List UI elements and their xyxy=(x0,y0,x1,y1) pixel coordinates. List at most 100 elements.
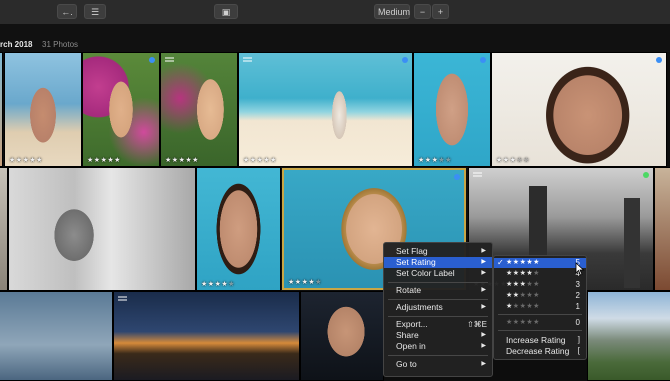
rating-submenu: ✓ ★★★★★ 5 ★★★★★ 4 ★★★★★ 3 ★★★★★ 2 ★★★★★ 1 ★★★★… xyxy=(493,255,587,360)
menu-item-set-rating[interactable]: Set Rating ▶ xyxy=(384,257,492,268)
adjustment-icon xyxy=(473,172,482,177)
menu-label: Go to xyxy=(396,359,417,369)
flag-blue-dot xyxy=(149,57,155,63)
checkmark-icon: ✓ xyxy=(497,258,504,267)
rating-key: 3 xyxy=(575,280,580,289)
menu-separator xyxy=(388,282,488,283)
rating-option-0[interactable]: ★★★★★ 0 xyxy=(494,318,586,328)
chevron-right-icon: ▶ xyxy=(481,259,486,265)
increase-rating-label: Increase Rating xyxy=(506,335,566,345)
rating-option-3[interactable]: ★★★★★ 3 xyxy=(494,280,586,290)
tower-shape xyxy=(624,198,640,288)
menu-label: Set Color Label xyxy=(396,268,455,278)
menu-label: Rotate xyxy=(396,285,422,295)
minus-icon: − xyxy=(419,7,426,17)
photo-count: 31 Photos xyxy=(42,40,79,49)
photo-thumbnail[interactable] xyxy=(0,52,3,167)
rating-key: 0 xyxy=(575,318,580,327)
zoom-in-button[interactable]: + xyxy=(432,4,449,19)
decrease-rating-key: [ xyxy=(577,346,580,355)
sidebar-icon: ▣ xyxy=(221,7,231,17)
rating-option-5[interactable]: ✓ ★★★★★ 5 xyxy=(494,258,586,268)
menu-item-set-color-label[interactable]: Set Color Label ▶ xyxy=(384,268,492,279)
menu-label: Export... xyxy=(396,319,428,329)
menu-label: Open in xyxy=(396,341,426,351)
list-view-button[interactable]: ☰ xyxy=(84,4,106,19)
menu-item-rotate[interactable]: Rotate ▶ xyxy=(384,285,492,296)
rating-stars: ★★★★★ xyxy=(506,259,540,266)
chevron-right-icon: ▶ xyxy=(481,304,486,310)
flag-blue-dot xyxy=(402,57,408,63)
rating-stars: ★★★★★ xyxy=(506,292,540,299)
chevron-right-icon: ▶ xyxy=(481,248,486,254)
rating-stars: ★★★★★ xyxy=(9,157,43,164)
menu-item-go-to[interactable]: Go to ▶ xyxy=(384,359,492,370)
menu-item-share[interactable]: Share ▶ xyxy=(384,330,492,341)
photo-thumbnail[interactable]: ★★★★★ xyxy=(160,52,238,167)
menu-separator xyxy=(498,330,582,331)
photo-thumbnail[interactable] xyxy=(8,167,196,291)
increase-rating-key: ] xyxy=(577,335,580,344)
plus-icon: + xyxy=(437,7,444,17)
chevron-right-icon: ▶ xyxy=(481,343,486,349)
photo-thumbnail[interactable]: ★★★★★ xyxy=(4,52,82,167)
photo-thumbnail[interactable]: ★★★★★ xyxy=(491,52,667,167)
menu-item-adjustments[interactable]: Adjustments ▶ xyxy=(384,302,492,313)
rating-stars: ★★★★★ xyxy=(506,319,540,326)
menu-item-export[interactable]: Export... ⇧⌘E xyxy=(384,319,492,330)
rating-option-1[interactable]: ★★★★★ 1 xyxy=(494,302,586,312)
zoom-value: Medium xyxy=(378,7,411,17)
photo-thumbnail[interactable] xyxy=(654,167,670,291)
rating-stars: ★★★★★ xyxy=(243,157,277,164)
export-shortcut: ⇧⌘E xyxy=(466,320,487,329)
rating-stars: ★★★★★ xyxy=(506,281,540,288)
zoom-out-button[interactable]: − xyxy=(414,4,431,19)
back-label: ←. xyxy=(61,7,73,17)
menu-label: Share xyxy=(396,330,419,340)
rating-key: 2 xyxy=(575,291,580,300)
rating-stars: ★★★★★ xyxy=(288,279,322,286)
chevron-right-icon: ▶ xyxy=(481,361,486,367)
menu-label: Adjustments xyxy=(396,302,443,312)
photo-thumbnail[interactable] xyxy=(587,291,670,381)
photo-thumbnail[interactable]: ★★★★★ xyxy=(82,52,160,167)
decrease-rating-label: Decrease Rating xyxy=(506,346,570,356)
rating-stars: ★★★★★ xyxy=(165,157,199,164)
rating-stars: ★★★★★ xyxy=(418,157,452,164)
photo-thumbnail[interactable] xyxy=(300,291,384,381)
rating-key: 1 xyxy=(575,302,580,311)
photo-thumbnail[interactable]: ★★★★★ xyxy=(196,167,281,291)
rating-stars: ★★★★★ xyxy=(506,303,540,310)
adjustment-icon xyxy=(118,296,127,301)
photo-thumbnail[interactable] xyxy=(113,291,300,381)
rating-stars: ★★★★★ xyxy=(201,281,235,288)
photo-thumbnail[interactable] xyxy=(0,167,8,291)
sidebar-toggle-button[interactable]: ▣ xyxy=(214,4,238,19)
decrease-rating-item[interactable]: Decrease Rating [ xyxy=(494,346,586,356)
photo-thumbnail[interactable]: ★★★★★ xyxy=(238,52,413,167)
flag-green-dot xyxy=(643,172,649,178)
rating-option-2[interactable]: ★★★★★ 2 xyxy=(494,291,586,301)
chevron-right-icon: ▶ xyxy=(481,332,486,338)
moment-date: rch 2018 xyxy=(0,40,33,49)
rating-option-4[interactable]: ★★★★★ 4 xyxy=(494,269,586,279)
mouse-cursor-icon xyxy=(575,262,585,276)
zoom-select[interactable]: Medium▾ xyxy=(374,4,411,30)
adjustment-icon xyxy=(165,57,174,62)
chevron-right-icon: ▶ xyxy=(481,270,486,276)
increase-rating-item[interactable]: Increase Rating] xyxy=(494,335,586,345)
menu-item-set-flag[interactable]: Set Flag ▶ xyxy=(384,246,492,257)
toolbar: ←. ☰ ▣ Medium▾ − + xyxy=(0,0,670,30)
menu-item-open-in[interactable]: Open in ▶ xyxy=(384,341,492,352)
back-button[interactable]: ←. xyxy=(57,4,77,19)
list-view-icon: ☰ xyxy=(90,7,100,17)
rating-stars: ★★★★★ xyxy=(87,157,121,164)
flag-blue-dot xyxy=(480,57,486,63)
photo-thumbnail[interactable]: ★★★★★ xyxy=(413,52,491,167)
photo-thumbnail[interactable] xyxy=(0,291,113,381)
flag-blue-dot xyxy=(454,174,460,180)
chevron-right-icon: ▶ xyxy=(481,287,486,293)
adjustment-icon xyxy=(243,57,252,62)
menu-label: Set Rating xyxy=(396,257,436,267)
menu-separator xyxy=(388,299,488,300)
